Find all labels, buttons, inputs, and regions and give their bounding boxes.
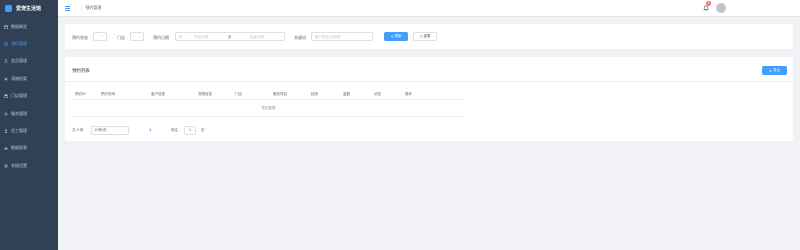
date-end-placeholder[interactable]: 结束日期 xyxy=(250,35,264,40)
goto-label: 前往 xyxy=(171,128,178,132)
sidebar-item-staff[interactable]: 员工管理 xyxy=(0,122,58,139)
settings-icon xyxy=(4,164,8,168)
page-size-select[interactable]: 10条/页 xyxy=(91,126,129,135)
sidebar-item-pets[interactable]: 宠物档案 xyxy=(0,70,58,87)
column-header[interactable]: 预约ID xyxy=(75,92,86,97)
calendar-icon xyxy=(179,35,182,38)
status-label: 预约状态 xyxy=(72,35,88,40)
date-range-picker[interactable]: 开始日期 至 结束日期 xyxy=(175,32,285,41)
filter-panel: 预约状态 门店 预约日期 开始日期 至 结束日期 关键词 搜索 重置 xyxy=(65,24,793,49)
list-title: 预约列表 xyxy=(72,69,90,74)
chevron-down-icon xyxy=(101,35,104,38)
notification-badge: 5 xyxy=(706,1,711,6)
date-separator: 至 xyxy=(228,35,232,39)
menu-toggle-icon[interactable] xyxy=(65,5,70,11)
search-button-label: 搜索 xyxy=(394,34,402,38)
sidebar-item-label: 宠物档案 xyxy=(11,75,27,81)
avatar[interactable] xyxy=(716,3,726,13)
breadcrumb-separator: / xyxy=(81,5,83,11)
store-label: 门店 xyxy=(117,35,125,40)
app-name: 爱宠生活馆 xyxy=(16,6,42,12)
download-icon xyxy=(769,69,772,72)
dashboard-icon xyxy=(4,24,8,29)
goto-page-input[interactable]: 1 xyxy=(184,126,196,135)
sidebar-item-reports[interactable]: 数据报表 xyxy=(0,140,58,157)
sidebar-item-label: 服务管理 xyxy=(11,110,27,116)
sidebar-item-label: 门店管理 xyxy=(11,93,27,99)
appointment-list-panel: 预约列表 导出 预约ID 预约时间 客户信息 宠物信息 门店 服务项目 技师 金… xyxy=(65,57,793,141)
store-select[interactable] xyxy=(130,32,144,41)
keyword-label: 关键词 xyxy=(294,35,306,40)
search-icon xyxy=(390,35,394,38)
user-icon xyxy=(4,59,8,64)
date-start-placeholder[interactable]: 开始日期 xyxy=(194,35,208,40)
calendar-icon xyxy=(4,42,8,46)
sidebar-item-appointments[interactable]: 预约管理 xyxy=(0,35,58,52)
sidebar-item-label: 数据报表 xyxy=(11,145,27,151)
keyword-input[interactable] xyxy=(311,32,373,41)
export-button[interactable]: 导出 xyxy=(762,66,787,75)
sidebar-item-services[interactable]: 服务管理 xyxy=(0,105,58,122)
column-header[interactable]: 客户信息 xyxy=(151,92,165,97)
page-size-value: 10条/页 xyxy=(94,128,107,132)
export-button-label: 导出 xyxy=(773,68,780,72)
sidebar-item-members[interactable]: 会员管理 xyxy=(0,53,58,70)
column-header[interactable]: 金额 xyxy=(343,92,350,97)
empty-state: 暂无数据 xyxy=(72,100,465,117)
sidebar-item-label: 数据概览 xyxy=(11,23,27,29)
date-label: 预约日期 xyxy=(153,35,169,40)
sidebar-item-label: 预约管理 xyxy=(11,41,27,47)
next-page-button[interactable]: › xyxy=(159,128,160,132)
table-header: 预约ID 预约时间 客户信息 宠物信息 门店 服务项目 技师 金额 状态 操作 xyxy=(72,88,465,100)
sidebar-item-label: 会员管理 xyxy=(11,58,27,64)
prev-page-button[interactable]: ‹ xyxy=(138,128,139,132)
column-header[interactable]: 技师 xyxy=(311,92,318,97)
reset-button-label: 重置 xyxy=(423,34,431,38)
divider xyxy=(65,81,793,82)
column-header[interactable]: 预约时间 xyxy=(101,92,115,97)
column-header[interactable]: 操作 xyxy=(405,92,412,97)
status-select[interactable] xyxy=(93,32,107,41)
appointment-table: 预约ID 预约时间 客户信息 宠物信息 门店 服务项目 技师 金额 状态 操作 … xyxy=(72,88,465,117)
paw-icon xyxy=(4,77,8,81)
sidebar-item-stores[interactable]: 门店管理 xyxy=(0,88,58,105)
sidebar-item-label: 系统设置 xyxy=(11,162,27,168)
gear-icon xyxy=(4,112,8,116)
reset-button[interactable]: 重置 xyxy=(413,32,437,41)
column-header[interactable]: 服务项目 xyxy=(273,92,287,97)
breadcrumb: / 预约管理 xyxy=(78,5,101,11)
logo-icon xyxy=(5,5,12,12)
sidebar: 爱宠生活馆 数据概览 预约管理 会员管理 宠物档案 门店管理 服务管理 员工管理… xyxy=(0,0,58,250)
brand[interactable]: 爱宠生活馆 xyxy=(0,0,58,17)
top-header: / 预约管理 xyxy=(58,0,800,17)
sidebar-item-label: 员工管理 xyxy=(11,128,27,134)
sidebar-item-dashboard[interactable]: 数据概览 xyxy=(0,18,58,35)
shop-icon xyxy=(4,94,8,99)
column-header[interactable]: 宠物信息 xyxy=(198,92,212,97)
search-button[interactable]: 搜索 xyxy=(384,32,408,41)
chevron-down-icon xyxy=(138,35,141,38)
pagination-total: 共 0 条 xyxy=(72,128,84,132)
chevron-down-icon xyxy=(123,129,126,132)
sidebar-item-settings[interactable]: 系统设置 xyxy=(0,157,58,174)
column-header[interactable]: 门店 xyxy=(235,92,242,97)
sidebar-nav: 数据概览 预约管理 会员管理 宠物档案 门店管理 服务管理 员工管理 数据报表 xyxy=(0,18,58,175)
breadcrumb-current: 预约管理 xyxy=(85,5,102,10)
staff-icon xyxy=(4,129,8,133)
refresh-icon xyxy=(419,35,423,38)
column-header[interactable]: 状态 xyxy=(374,92,381,97)
goto-unit: 页 xyxy=(201,128,205,132)
page-number-current[interactable]: 1 xyxy=(149,128,151,132)
report-icon xyxy=(4,146,8,151)
